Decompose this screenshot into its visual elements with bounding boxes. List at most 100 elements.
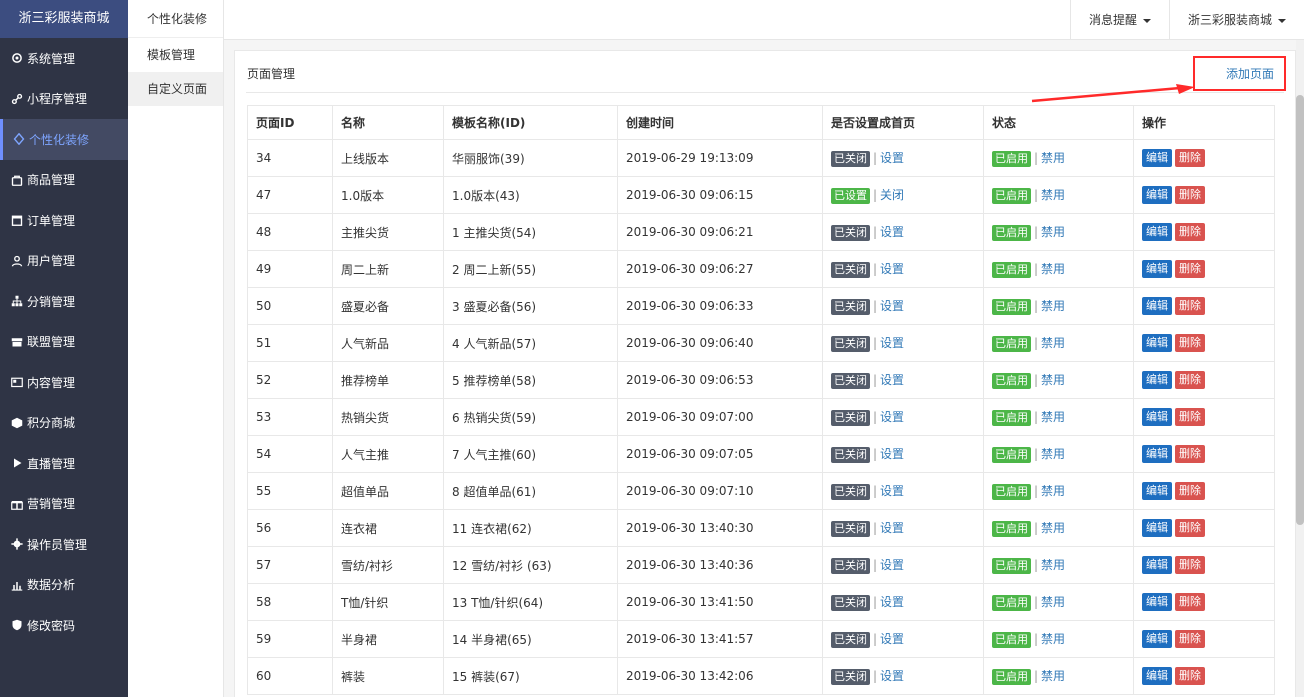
cell-created: 2019-06-30 13:41:50 <box>617 583 823 621</box>
sidebar-item[interactable]: 个性化装修 <box>0 119 128 160</box>
disable-link[interactable]: 禁用 <box>1041 151 1065 165</box>
separator: | <box>1034 447 1039 461</box>
homepage-toggle-link[interactable]: 设置 <box>880 410 904 424</box>
sidebar-item[interactable]: 内容管理 <box>0 362 128 403</box>
edit-button[interactable]: 编辑 <box>1142 223 1172 241</box>
disable-link[interactable]: 禁用 <box>1041 262 1065 276</box>
delete-button[interactable]: 删除 <box>1175 445 1205 463</box>
delete-button[interactable]: 删除 <box>1175 334 1205 352</box>
edit-button[interactable]: 编辑 <box>1142 371 1172 389</box>
homepage-toggle-link[interactable]: 设置 <box>880 558 904 572</box>
homepage-toggle-link[interactable]: 设置 <box>880 151 904 165</box>
sidebar-item-label: 积分商城 <box>27 416 76 431</box>
homepage-toggle-link[interactable]: 设置 <box>880 595 904 609</box>
sidebar-item[interactable]: 分销管理 <box>0 281 128 322</box>
homepage-toggle-link[interactable]: 设置 <box>880 484 904 498</box>
cell-name: 雪纺/衬衫 <box>332 546 444 584</box>
cell-template: 1.0版本(43) <box>443 176 618 214</box>
edit-button[interactable]: 编辑 <box>1142 186 1172 204</box>
subnav-item-templates[interactable]: 模板管理 <box>128 38 223 72</box>
disable-link[interactable]: 禁用 <box>1041 558 1065 572</box>
homepage-toggle-link[interactable]: 关闭 <box>880 188 904 202</box>
edit-button[interactable]: 编辑 <box>1142 593 1172 611</box>
homepage-toggle-link[interactable]: 设置 <box>880 521 904 535</box>
homepage-toggle-link[interactable]: 设置 <box>880 225 904 239</box>
edit-button[interactable]: 编辑 <box>1142 445 1172 463</box>
homepage-toggle-link[interactable]: 设置 <box>880 299 904 313</box>
disable-link[interactable]: 禁用 <box>1041 447 1065 461</box>
cell-actions: 编辑 删除 <box>1133 139 1275 177</box>
disable-link[interactable]: 禁用 <box>1041 336 1065 350</box>
disable-link[interactable]: 禁用 <box>1041 595 1065 609</box>
edit-button[interactable]: 编辑 <box>1142 149 1172 167</box>
sidebar-item[interactable]: 联盟管理 <box>0 322 128 363</box>
page-scrollbar[interactable] <box>1296 40 1304 697</box>
homepage-toggle-link[interactable]: 设置 <box>880 447 904 461</box>
disable-link[interactable]: 禁用 <box>1041 484 1065 498</box>
separator: | <box>1034 262 1039 276</box>
delete-button[interactable]: 删除 <box>1175 371 1205 389</box>
delete-button[interactable]: 删除 <box>1175 593 1205 611</box>
edit-button[interactable]: 编辑 <box>1142 260 1172 278</box>
edit-button[interactable]: 编辑 <box>1142 556 1172 574</box>
delete-button[interactable]: 删除 <box>1175 556 1205 574</box>
delete-button[interactable]: 删除 <box>1175 408 1205 426</box>
delete-button[interactable]: 删除 <box>1175 297 1205 315</box>
edit-button[interactable]: 编辑 <box>1142 297 1172 315</box>
separator: | <box>1034 151 1039 165</box>
cell-status: 已启用 | 禁用 <box>983 546 1134 584</box>
sidebar-item[interactable]: 商品管理 <box>0 160 128 201</box>
delete-button[interactable]: 删除 <box>1175 630 1205 648</box>
sidebar-item[interactable]: 直播管理 <box>0 443 128 484</box>
delete-button[interactable]: 删除 <box>1175 149 1205 167</box>
sidebar-item[interactable]: 营销管理 <box>0 484 128 525</box>
disable-link[interactable]: 禁用 <box>1041 299 1065 313</box>
edit-button[interactable]: 编辑 <box>1142 334 1172 352</box>
disable-link[interactable]: 禁用 <box>1041 410 1065 424</box>
separator: | <box>1034 521 1039 535</box>
homepage-toggle-link[interactable]: 设置 <box>880 262 904 276</box>
sidebar-item[interactable]: 用户管理 <box>0 241 128 282</box>
sidebar-item[interactable]: 数据分析 <box>0 565 128 606</box>
edit-button[interactable]: 编辑 <box>1142 482 1172 500</box>
homepage-toggle-link[interactable]: 设置 <box>880 632 904 646</box>
store-dropdown[interactable]: 浙三彩服装商城 <box>1168 0 1304 40</box>
edit-button[interactable]: 编辑 <box>1142 519 1172 537</box>
sidebar-item[interactable]: 操作员管理 <box>0 524 128 565</box>
disable-link[interactable]: 禁用 <box>1041 669 1065 683</box>
edit-button[interactable]: 编辑 <box>1142 630 1172 648</box>
delete-button[interactable]: 删除 <box>1175 260 1205 278</box>
disable-link[interactable]: 禁用 <box>1041 373 1065 387</box>
homepage-toggle-link[interactable]: 设置 <box>880 669 904 683</box>
edit-button[interactable]: 编辑 <box>1142 408 1172 426</box>
homepage-status-badge: 已关闭 <box>831 484 870 500</box>
sidebar-item[interactable]: 积分商城 <box>0 403 128 444</box>
delete-button[interactable]: 删除 <box>1175 482 1205 500</box>
table-row: 58 T恤/针织 13 T恤/针织(64) 2019-06-30 13:41:50 已关… <box>247 583 1275 621</box>
sidebar-item[interactable]: 小程序管理 <box>0 79 128 120</box>
notifications-dropdown[interactable]: 消息提醒 <box>1069 0 1169 40</box>
disable-link[interactable]: 禁用 <box>1041 632 1065 646</box>
delete-button[interactable]: 删除 <box>1175 519 1205 537</box>
sidebar-item[interactable]: 修改密码 <box>0 605 128 646</box>
cell-actions: 编辑 删除 <box>1133 583 1275 621</box>
subnav-item-custom-pages[interactable]: 自定义页面 <box>128 72 223 106</box>
sidebar-item[interactable]: 订单管理 <box>0 200 128 241</box>
disable-link[interactable]: 禁用 <box>1041 521 1065 535</box>
separator: | <box>1034 669 1039 683</box>
cell-template: 6 热销尖货(59) <box>443 398 618 436</box>
homepage-toggle-link[interactable]: 设置 <box>880 336 904 350</box>
edit-button[interactable]: 编辑 <box>1142 667 1172 685</box>
homepage-status-badge: 已关闭 <box>831 299 870 315</box>
delete-button[interactable]: 删除 <box>1175 667 1205 685</box>
delete-button[interactable]: 删除 <box>1175 223 1205 241</box>
sidebar-item[interactable]: 系统管理 <box>0 38 128 79</box>
brand-title[interactable]: 浙三彩服装商城 <box>0 0 128 38</box>
disable-link[interactable]: 禁用 <box>1041 188 1065 202</box>
disable-link[interactable]: 禁用 <box>1041 225 1065 239</box>
cell-template: 2 周二上新(55) <box>443 250 618 288</box>
scrollbar-thumb[interactable] <box>1296 95 1304 525</box>
delete-button[interactable]: 删除 <box>1175 186 1205 204</box>
cell-id: 51 <box>247 324 333 362</box>
homepage-toggle-link[interactable]: 设置 <box>880 373 904 387</box>
